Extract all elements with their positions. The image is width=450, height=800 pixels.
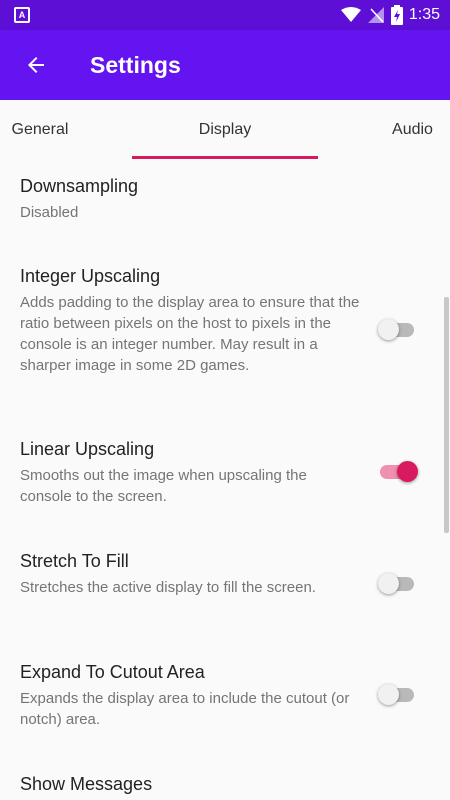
pref-summary: Adds padding to the display area to ensu…	[20, 294, 360, 374]
pref-downsampling[interactable]: Downsampling Disabled	[0, 170, 450, 240]
pref-title: Show Messages	[20, 774, 153, 794]
tab-indicator	[132, 156, 318, 159]
arrow-back-icon	[28, 57, 44, 73]
pref-title: Integer Upscaling	[20, 266, 161, 286]
pref-stretch-to-fill[interactable]: Stretch To Fill Stretches the active dis…	[0, 542, 450, 642]
pref-title: Linear Upscaling	[20, 439, 155, 459]
integer-upscaling-switch[interactable]	[378, 317, 416, 341]
pref-summary: Smooths out the image when upscaling the…	[20, 467, 307, 505]
pref-title: Expand To Cutout Area	[20, 662, 205, 682]
pref-title: Stretch To Fill	[20, 551, 129, 571]
tab-general[interactable]: General	[0, 100, 80, 160]
pref-expand-to-cutout-area[interactable]: Expand To Cutout Area Expands the displa…	[0, 653, 450, 753]
page-title: Settings	[90, 52, 181, 78]
pref-show-messages[interactable]: Show Messages	[0, 764, 450, 800]
battery-charging-icon	[390, 5, 403, 25]
signal-icon	[367, 7, 384, 23]
linear-upscaling-switch[interactable]	[378, 459, 418, 483]
status-bar: A 1:35	[0, 0, 450, 30]
switch-thumb	[397, 461, 418, 482]
back-button[interactable]	[14, 43, 58, 87]
pref-summary: Expands the display area to include the …	[20, 690, 350, 728]
tab-audio[interactable]: Audio	[375, 100, 450, 160]
pref-linear-upscaling[interactable]: Linear Upscaling Smooths out the image w…	[0, 430, 450, 530]
expand-to-cutout-switch[interactable]	[378, 682, 416, 706]
tab-bar: General Display Audio	[0, 100, 450, 160]
pref-title: Downsampling	[20, 176, 139, 196]
tab-display[interactable]: Display	[130, 100, 320, 160]
app-bar: Settings	[0, 30, 450, 100]
switch-thumb	[378, 319, 399, 340]
switch-thumb	[378, 573, 399, 594]
status-icons: 1:35	[340, 5, 440, 25]
pref-summary: Disabled	[20, 204, 79, 221]
wifi-icon	[340, 7, 361, 22]
pref-integer-upscaling[interactable]: Integer Upscaling Adds padding to the di…	[0, 257, 450, 417]
scrollbar[interactable]	[444, 297, 449, 533]
android-notification-icon: A	[14, 7, 30, 23]
switch-thumb	[378, 684, 399, 705]
stretch-to-fill-switch[interactable]	[378, 571, 416, 595]
status-time: 1:35	[408, 6, 440, 23]
pref-summary: Stretches the active display to fill the…	[20, 579, 316, 596]
